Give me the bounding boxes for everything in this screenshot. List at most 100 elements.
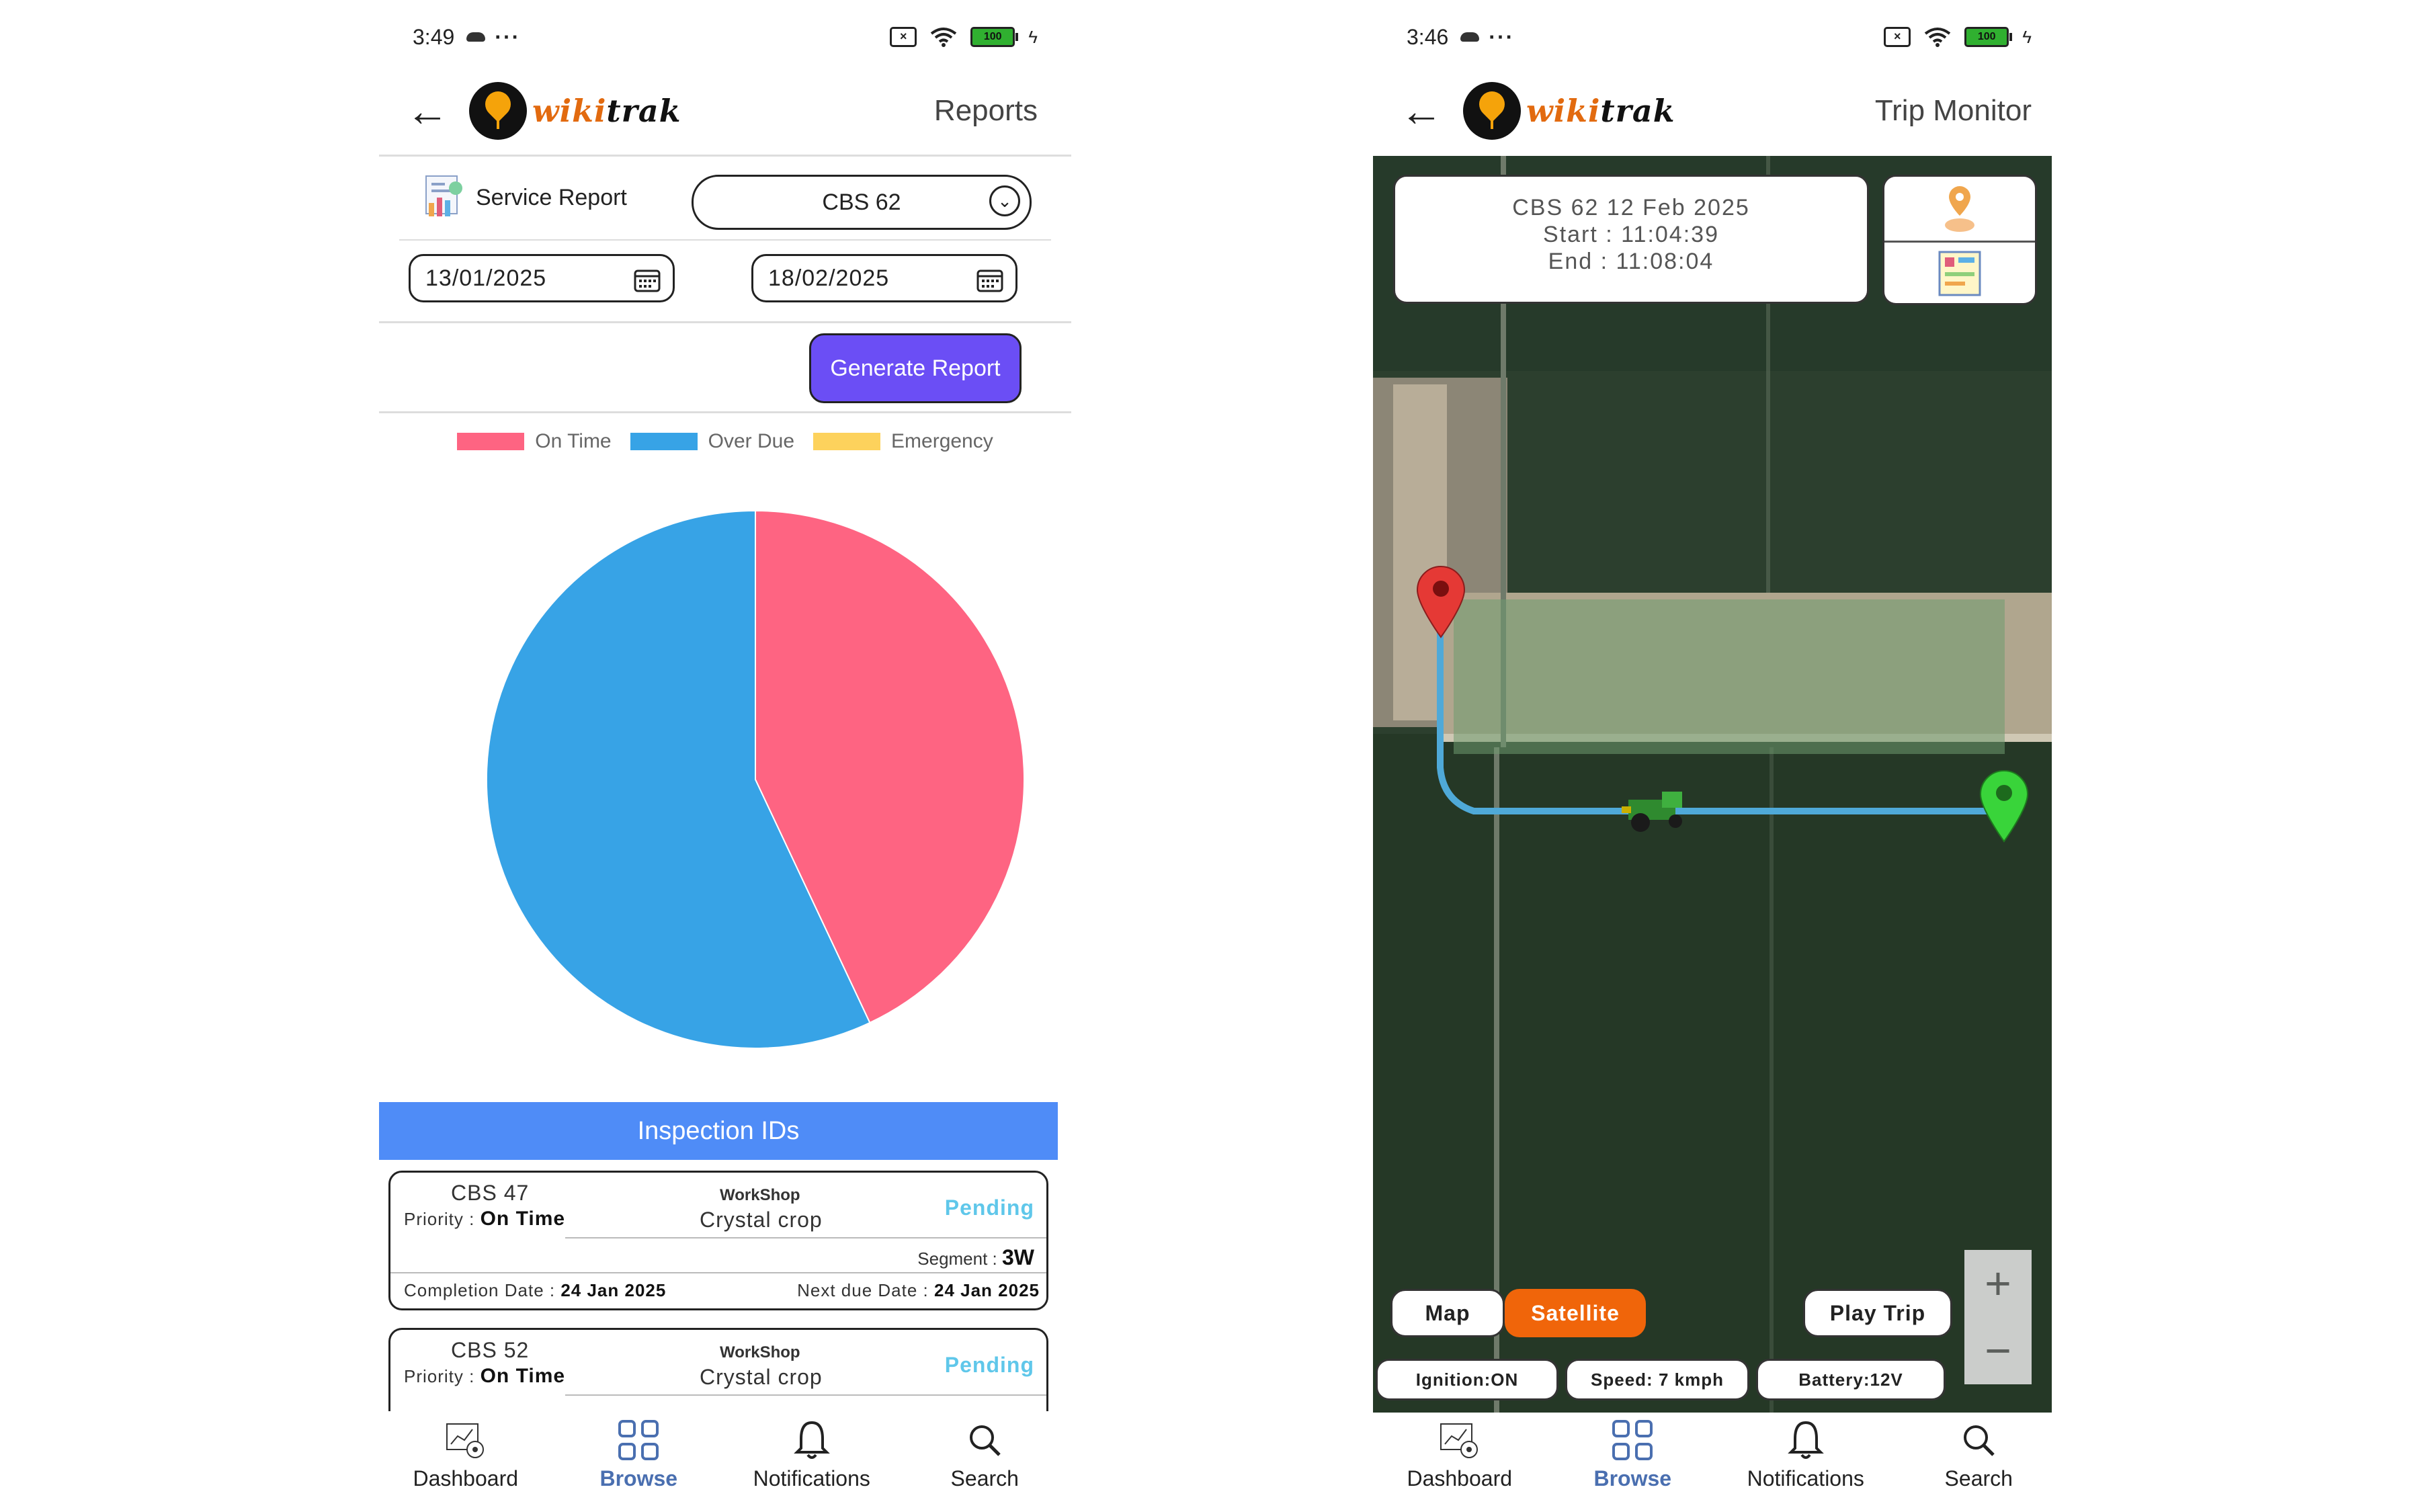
trip-end: End : 11:08:04 [1548,249,1714,274]
battery-icon: 100 [1964,27,2013,47]
cloud-icon [466,32,486,42]
legend-item: Emergency [813,430,993,453]
divider [379,411,1071,413]
report-chart-icon [425,175,462,216]
bell-icon [1787,1421,1824,1459]
vehicle-select[interactable]: CBS 62 ⌄ [692,175,1032,230]
status-time: 3:49 [413,24,455,49]
legend-swatch [457,433,525,450]
card-next-due-date: Next due Date : 24 Jan 2025 [797,1280,1040,1300]
wifi-icon [1925,28,1951,47]
card-priority: Priority : On Time [404,1365,566,1387]
to-date-value: 18/02/2025 [768,265,890,291]
app-bar: ← wikitrak Reports [379,67,1071,155]
divider [565,1237,1046,1238]
search-icon [1964,1425,1995,1456]
legend-swatch [813,433,881,450]
divider [390,1272,1046,1273]
driver-location-icon[interactable] [1933,182,1987,236]
zoom-out-button[interactable]: − [1964,1317,2032,1384]
battery-status: Battery:12V [1756,1359,1946,1400]
app-bar: ← wikitrak Trip Monitor [1373,67,2065,155]
calendar-icon[interactable] [976,268,1003,292]
bottom-nav: Dashboard Browse Notifications Search [379,1411,1071,1512]
divider [565,1394,1046,1396]
no-sim-icon: × [890,27,917,47]
legend-item: On Time [457,430,612,453]
calendar-icon[interactable] [634,268,661,292]
card-id: CBS 52 [451,1338,530,1362]
card-priority: Priority : On Time [404,1208,566,1230]
tractor-icon [1622,792,1682,832]
satellite-imagery [1373,156,2052,1413]
inspection-card[interactable]: CBS 52 Priority : On Time WorkShop Cryst… [388,1328,1048,1411]
from-date-value: 13/01/2025 [425,265,547,291]
satellite-view-button[interactable]: Satellite [1505,1289,1646,1337]
pin-logo-icon [1463,82,1521,140]
nav-search[interactable]: Search [917,1418,1052,1491]
card-completion-date: Completion Date : 24 Jan 2025 [404,1280,667,1300]
chevron-down-icon: ⌄ [989,185,1020,216]
divider [1884,241,2035,243]
to-date-field[interactable]: 18/02/2025 [751,254,1017,302]
zoom-in-button[interactable]: + [1964,1250,2032,1317]
legend-item: Over Due [630,430,794,453]
nav-browse[interactable]: Browse [571,1418,706,1491]
charging-icon: ϟ [1028,26,1038,47]
bottom-nav: Dashboard Browse Notifications Search [1373,1411,2065,1512]
card-workshop-label: WorkShop [720,1343,800,1361]
status-bar: 3:46 ··· × 100 ϟ [1407,20,2032,54]
nav-dashboard[interactable]: Dashboard [1392,1418,1527,1491]
card-workshop-label: WorkShop [720,1186,800,1204]
nav-browse[interactable]: Browse [1565,1418,1700,1491]
legend-label: On Time [535,430,612,452]
cloud-icon [1460,32,1480,42]
inspection-card[interactable]: CBS 47 Priority : On Time WorkShop Cryst… [388,1171,1048,1310]
end-pin-icon [1979,770,2029,843]
trip-title: CBS 62 12 Feb 2025 [1512,195,1750,220]
back-arrow-icon[interactable]: ← [1400,89,1443,132]
trip-start: Start : 11:04:39 [1543,222,1719,247]
card-id: CBS 47 [451,1181,530,1205]
chart-legend: On Time Over Due Emergency [379,430,1071,453]
nav-notifications[interactable]: Notifications [745,1418,879,1491]
vehicle-select-value: CBS 62 [822,189,901,215]
back-arrow-icon[interactable]: ← [406,89,449,132]
more-status-icon: ··· [495,24,521,49]
no-sim-icon: × [1884,27,1911,47]
grid-icon [618,1420,659,1460]
wikitrak-logo: wikitrak [469,82,681,140]
dashboard-icon [446,1423,484,1458]
generate-report-button[interactable]: Generate Report [809,333,1022,403]
battery-icon: 100 [970,27,1019,47]
charging-icon: ϟ [2022,26,2032,47]
pin-logo-icon [469,82,527,140]
status-pie-chart [486,509,1025,1049]
speed-status: Speed: 7 kmph [1565,1359,1749,1400]
more-status-icon: ··· [1489,24,1515,49]
nav-search[interactable]: Search [1911,1418,2046,1491]
page-title: Trip Monitor [1874,94,2032,127]
search-icon [970,1425,1001,1456]
card-segment: Segment : 3W [917,1245,1034,1269]
nav-notifications[interactable]: Notifications [1739,1418,1873,1491]
service-report-header: Service Report [419,173,627,222]
service-report-label: Service Report [476,184,627,210]
card-status-badge: Pending [944,1195,1034,1220]
map-view-button[interactable]: Map [1390,1289,1505,1337]
play-trip-button[interactable]: Play Trip [1803,1289,1952,1337]
legend-label: Emergency [891,430,993,452]
nav-dashboard[interactable]: Dashboard [399,1418,533,1491]
legend-swatch [630,433,698,450]
satellite-map[interactable]: CBS 62 12 Feb 2025 Start : 11:04:39 End … [1373,156,2052,1413]
from-date-field[interactable]: 13/01/2025 [409,254,675,302]
card-workshop: Crystal crop [700,1365,823,1389]
trip-info-panel: CBS 62 12 Feb 2025 Start : 11:04:39 End … [1393,175,1869,304]
wifi-icon [931,28,957,47]
map-tools-panel [1882,175,2037,305]
status-time: 3:46 [1407,24,1449,49]
divider [379,321,1071,323]
route-map-icon[interactable] [1933,247,1987,300]
reports-screen: 3:49 ··· × 100 ϟ ← wikitrak Reports Serv… [379,0,1071,1505]
wikitrak-logo: wikitrak [1463,82,1675,140]
